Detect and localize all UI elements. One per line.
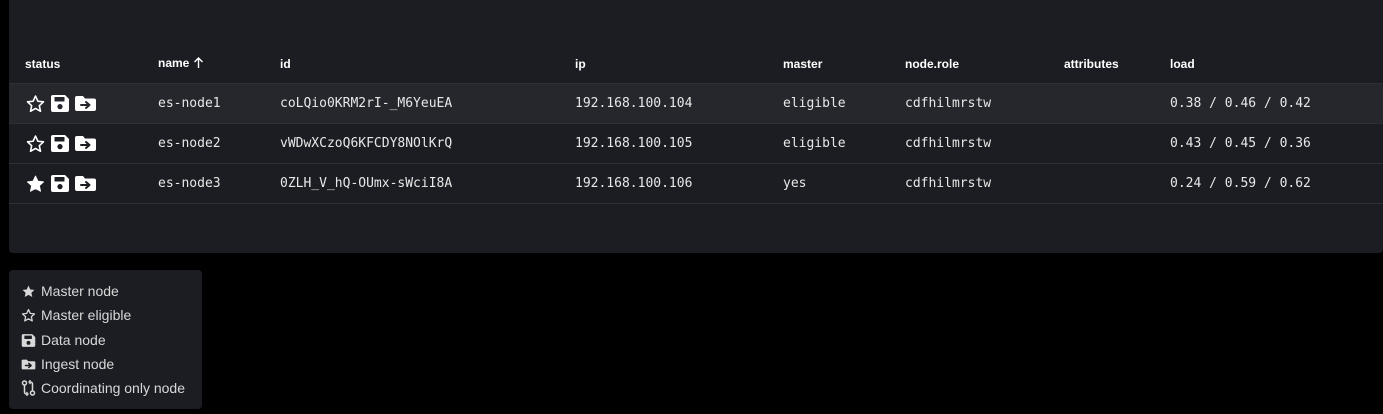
legend-label: Master eligible [41, 307, 132, 323]
id-cell: 0ZLH_V_hQ-OUmx-sWciI8A [280, 163, 575, 204]
star-outline-icon [21, 308, 36, 323]
master-cell: yes [783, 163, 905, 204]
ingest-node-icon [21, 358, 36, 371]
attributes-cell [1064, 83, 1170, 124]
legend-item: Ingest node [21, 354, 114, 374]
column-header-label: name [158, 55, 190, 70]
node-legend: Master node Master eligible Data node In… [9, 270, 202, 409]
column-header-label: id [280, 56, 291, 71]
table-row[interactable]: es-node1 coLQio0KRM2rI-_M6YeuEA 192.168.… [9, 83, 1383, 124]
ip-cell: 192.168.100.105 [575, 123, 783, 164]
legend-item: Coordinating only node [21, 378, 185, 398]
name-cell: es-node2 [158, 123, 280, 164]
attributes-cell [1064, 163, 1170, 204]
node-role-cell: cdfhilmrstw [905, 163, 1064, 204]
legend-item: Master node [21, 281, 119, 301]
column-header-status[interactable]: status [9, 44, 158, 84]
data-node-icon [21, 333, 36, 348]
id-cell: coLQio0KRM2rI-_M6YeuEA [280, 83, 575, 124]
ingest-node-icon [74, 175, 97, 192]
legend-label: Master node [41, 283, 119, 299]
column-header-master[interactable]: master [783, 44, 905, 84]
nodes-table-body: es-node1 coLQio0KRM2rI-_M6YeuEA 192.168.… [9, 83, 1383, 204]
legend-label: Coordinating only node [41, 380, 185, 396]
arrow-up-icon [193, 56, 204, 72]
status-cell [9, 123, 158, 164]
column-header-id[interactable]: id [280, 44, 575, 84]
node-role-cell: cdfhilmrstw [905, 83, 1064, 124]
coordinating-node-icon [21, 380, 36, 396]
node-role-cell: cdfhilmrstw [905, 123, 1064, 164]
column-header-label: master [783, 56, 823, 71]
data-node-icon [50, 134, 70, 153]
load-cell: 0.43 / 0.45 / 0.36 [1170, 123, 1383, 164]
load-cell: 0.38 / 0.46 / 0.42 [1170, 83, 1383, 124]
column-header-load[interactable]: load [1170, 44, 1383, 84]
table-header-row: status name id ip master node.role attri… [9, 44, 1383, 84]
legend-item: Master eligible [21, 305, 131, 325]
nodes-table: status name id ip master node.role attri… [9, 44, 1383, 204]
legend-label: Ingest node [41, 356, 115, 372]
star-outline-icon [25, 94, 46, 114]
name-cell: es-node3 [158, 163, 280, 204]
attributes-cell [1064, 123, 1170, 164]
legend-item: Data node [21, 330, 106, 350]
column-header-label: status [25, 56, 61, 71]
ip-cell: 192.168.100.104 [575, 83, 783, 124]
status-cell [9, 83, 158, 124]
load-cell: 0.24 / 0.59 / 0.62 [1170, 163, 1383, 204]
star-outline-icon [25, 134, 46, 154]
column-header-label: attributes [1064, 56, 1119, 71]
column-header-label: node.role [905, 56, 960, 71]
column-header-node-role[interactable]: node.role [905, 44, 1064, 84]
column-header-label: load [1170, 56, 1195, 71]
table-row[interactable]: es-node3 0ZLH_V_hQ-OUmx-sWciI8A 192.168.… [9, 163, 1383, 204]
column-header-ip[interactable]: ip [575, 44, 783, 84]
master-cell: eligible [783, 123, 905, 164]
ingest-node-icon [74, 135, 97, 152]
ingest-node-icon [74, 95, 97, 112]
nodes-panel: status name id ip master node.role attri… [9, 0, 1383, 253]
id-cell: vWDwXCzoQ6KFCDY8NOlKrQ [280, 123, 575, 164]
star-filled-icon [21, 284, 36, 299]
data-node-icon [50, 94, 70, 113]
star-filled-icon [25, 174, 46, 194]
legend-label: Data node [41, 332, 106, 348]
column-header-name[interactable]: name [158, 44, 280, 84]
ip-cell: 192.168.100.106 [575, 163, 783, 204]
column-header-attributes[interactable]: attributes [1064, 44, 1170, 84]
status-cell [9, 163, 158, 204]
master-cell: eligible [783, 83, 905, 124]
table-row[interactable]: es-node2 vWDwXCzoQ6KFCDY8NOlKrQ 192.168.… [9, 123, 1383, 164]
column-header-label: ip [575, 56, 586, 71]
data-node-icon [50, 174, 70, 193]
name-cell: es-node1 [158, 83, 280, 124]
